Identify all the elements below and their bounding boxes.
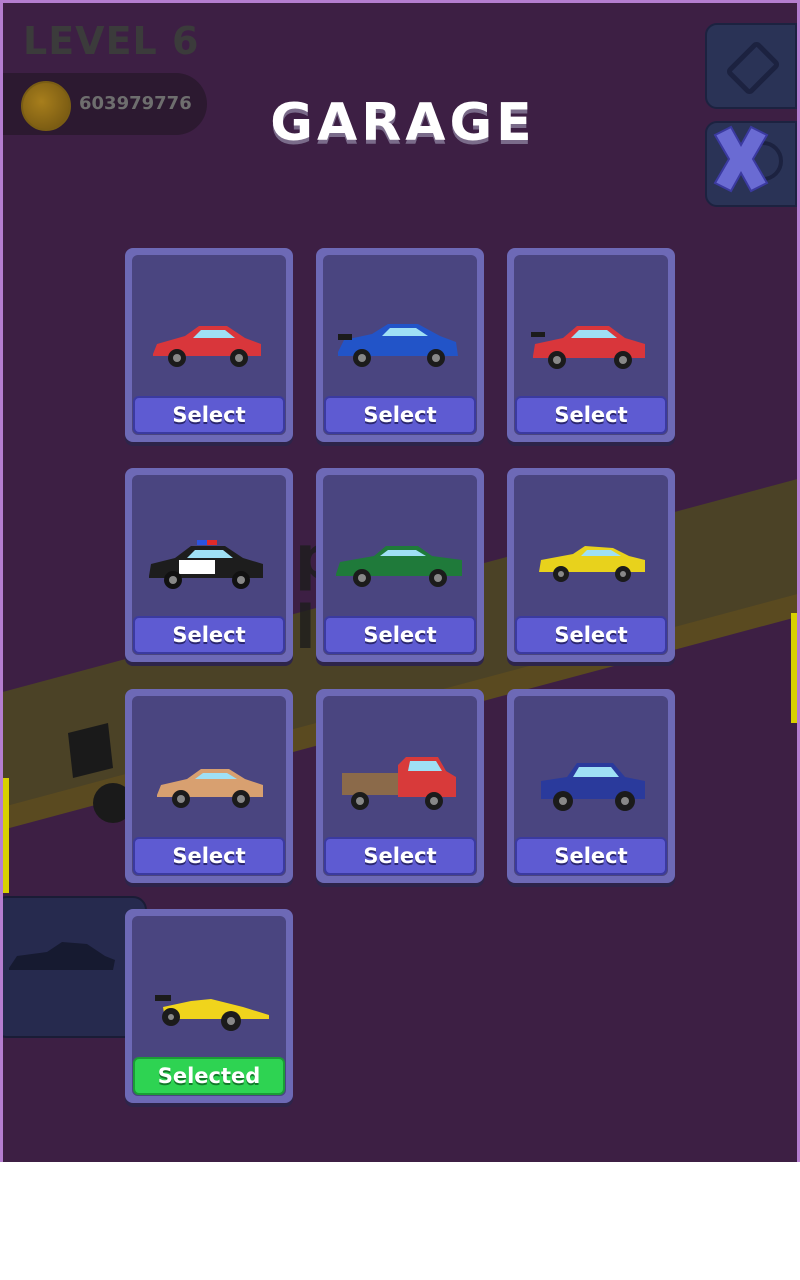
select-button[interactable]: Select [133,616,285,654]
car-card-yellow-f1: Selected [125,909,293,1103]
select-button[interactable]: Select [324,837,476,875]
ticket-button[interactable] [705,23,797,109]
ticket-icon [726,41,780,95]
selected-button[interactable]: Selected [133,1057,285,1095]
close-button[interactable] [705,121,797,207]
page-title: GARAGE [270,93,536,153]
close-icon [713,125,783,193]
red-truck-icon [342,757,456,810]
car-card-red-coupe: Select [125,248,293,442]
car-silhouette-icon [9,942,115,970]
yellow-sports-icon [539,546,645,582]
yellow-f1-icon [155,995,269,1031]
select-button[interactable]: Select [515,616,667,654]
blue-supercar-icon [338,324,458,367]
car-card-blue-pickup: Select [507,689,675,883]
select-button[interactable]: Select [133,396,285,434]
red-coupe-icon [153,326,261,367]
select-button[interactable]: Select [515,396,667,434]
level-label: LEVEL 6 [23,19,200,63]
car-card-police-car: Select [125,468,293,662]
police-car-icon [149,540,263,589]
select-button[interactable]: Select [133,837,285,875]
blue-pickup-icon [541,763,645,811]
green-muscle-icon [336,546,462,587]
car-card-orange-coupe: Select [125,689,293,883]
car-card-blue-supercar: Select [316,248,484,442]
car-card-red-truck: Select [316,689,484,883]
car-card-red-sedan: Select [507,248,675,442]
game-screen: p l LEVEL 6 603979776 GARAGE [0,0,800,1162]
select-button[interactable]: Select [324,616,476,654]
select-button[interactable]: Select [515,837,667,875]
orange-coupe-icon [157,769,263,808]
road-stripe [3,778,9,893]
red-sedan-icon [531,326,645,369]
select-button[interactable]: Select [324,396,476,434]
car-card-green-muscle: Select [316,468,484,662]
car-card-yellow-sports: Select [507,468,675,662]
